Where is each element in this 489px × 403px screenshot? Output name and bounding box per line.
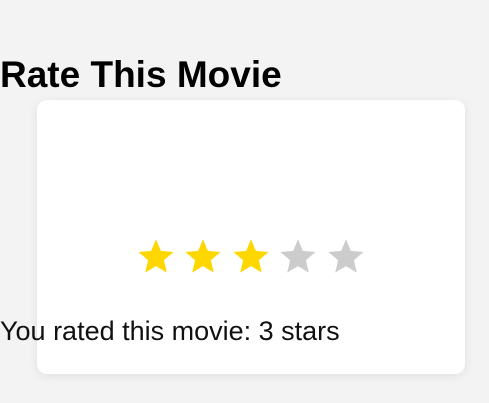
page-title: Rate This Movie (0, 54, 282, 95)
star-4-icon[interactable] (278, 236, 318, 276)
star-3-icon[interactable] (231, 236, 271, 276)
star-2-icon[interactable] (183, 236, 223, 276)
star-1-icon[interactable] (136, 236, 176, 276)
rating-result-text: You rated this movie: 3 stars (0, 316, 340, 346)
star-rating[interactable] (0, 236, 489, 286)
star-5-icon[interactable] (326, 236, 366, 276)
